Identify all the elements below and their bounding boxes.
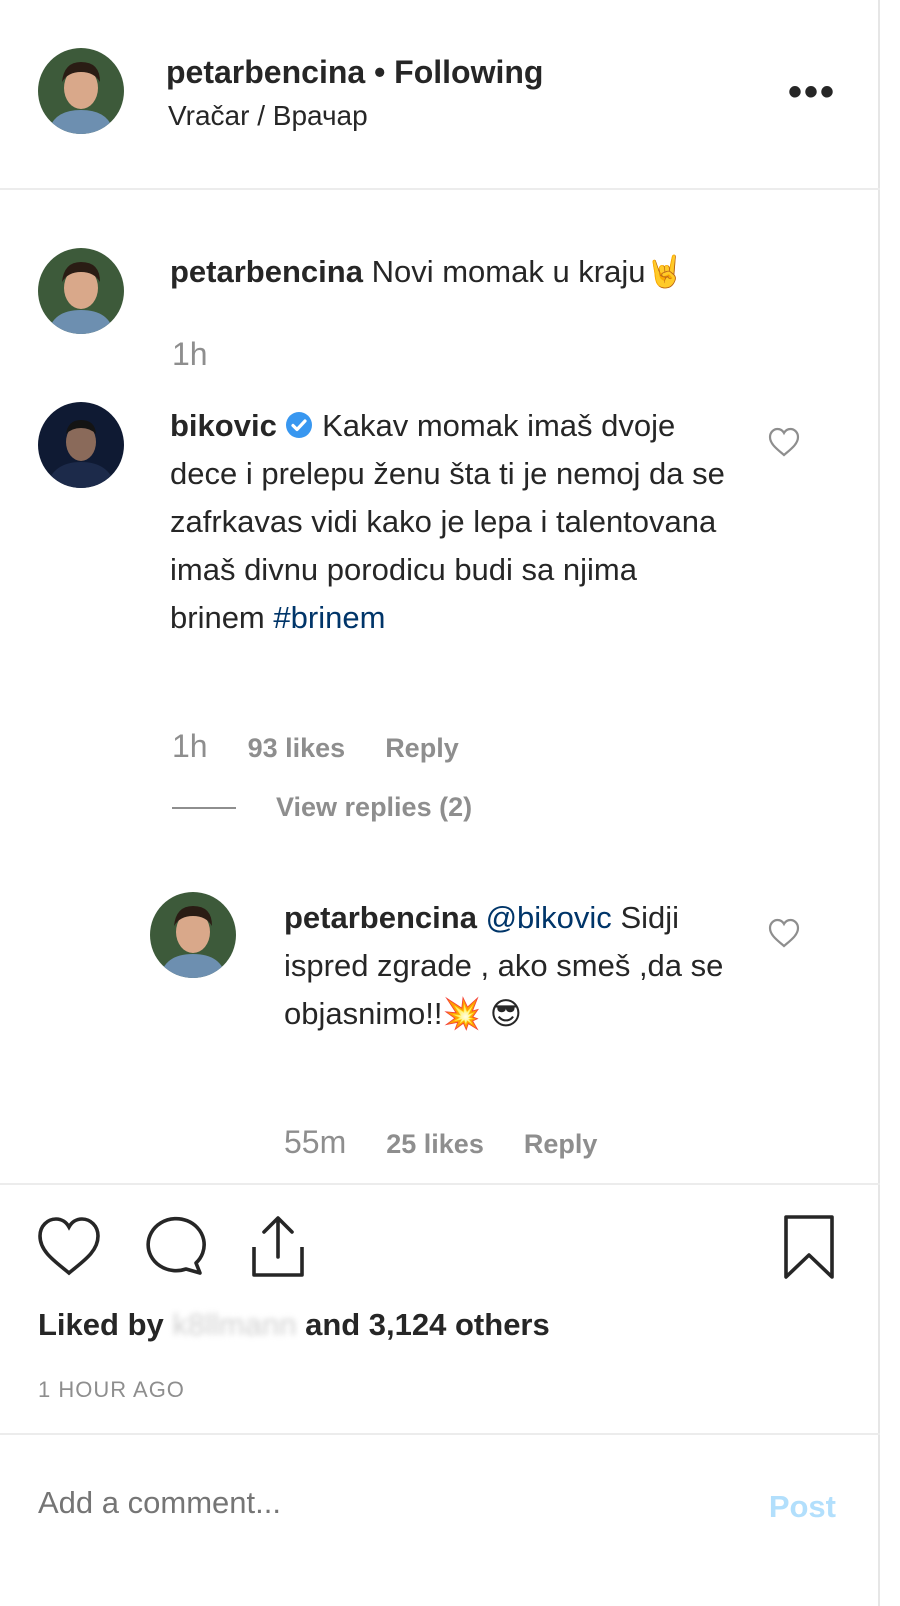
share-icon[interactable]: [246, 1213, 310, 1279]
reply-time[interactable]: 55m: [284, 1124, 346, 1161]
following-button[interactable]: Following: [394, 54, 543, 90]
view-replies-button[interactable]: View replies (2): [172, 792, 472, 823]
mention-link[interactable]: @bikovic: [486, 900, 612, 935]
post-actions: Liked by k8llmann and 3,124 others 1 HOU…: [0, 1183, 880, 1433]
reply-avatar[interactable]: [150, 892, 236, 978]
liked-by-summary[interactable]: Liked by k8llmann and 3,124 others: [38, 1307, 550, 1343]
header-separator: •: [365, 54, 395, 90]
rock-hand-emoji: 🤘: [645, 254, 685, 289]
author-avatar[interactable]: [38, 48, 124, 134]
view-replies-label: View replies (2): [276, 792, 473, 822]
reply-username[interactable]: petarbencina: [284, 900, 477, 935]
caption-time[interactable]: 1h: [172, 336, 208, 373]
caption-meta: 1h: [172, 336, 208, 373]
replies-divider-line: [172, 806, 236, 809]
liked-by-user[interactable]: k8llmann: [172, 1307, 296, 1342]
caption: petarbencina Novi momak u kraju🤘: [170, 248, 810, 296]
comment-likes[interactable]: 93 likes: [248, 733, 346, 764]
like-comment-heart-icon[interactable]: [767, 425, 801, 459]
comment-time[interactable]: 1h: [172, 728, 208, 765]
caption-avatar[interactable]: [38, 248, 124, 334]
reply-meta: 55m 25 likes Reply: [284, 1124, 597, 1161]
like-reply-heart-icon[interactable]: [767, 916, 801, 950]
post-header: petarbencina • Following Vračar / Врачар…: [0, 0, 880, 190]
comment-username[interactable]: bikovic: [170, 408, 277, 443]
more-options-icon[interactable]: •••: [788, 70, 836, 115]
post-comment-button[interactable]: Post: [769, 1489, 836, 1525]
sunglasses-emoji: 😎: [489, 996, 523, 1031]
reply-likes[interactable]: 25 likes: [386, 1129, 484, 1160]
post-timestamp[interactable]: 1 HOUR AGO: [38, 1377, 185, 1403]
comment-reply-button[interactable]: Reply: [385, 733, 459, 764]
post-location[interactable]: Vračar / Врачар: [168, 100, 368, 132]
post-panel: petarbencina • Following Vračar / Врачар…: [0, 0, 880, 1606]
save-bookmark-icon[interactable]: [780, 1213, 838, 1281]
bikovic-avatar[interactable]: [38, 402, 124, 488]
comment-bikovic: bikovic Kakav momak imaš dvoje dece i pr…: [170, 402, 740, 642]
add-comment-input[interactable]: [38, 1485, 718, 1521]
comment-bubble-icon[interactable]: [140, 1215, 206, 1277]
liked-by-others[interactable]: and 3,124 others: [305, 1307, 550, 1342]
liked-by-prefix: Liked by: [38, 1307, 164, 1342]
header-username[interactable]: petarbencina: [166, 54, 365, 90]
add-comment-bar: Post: [0, 1433, 880, 1606]
reply-reply-button[interactable]: Reply: [524, 1129, 598, 1160]
caption-text: Novi momak u kraju: [371, 254, 646, 289]
comment-meta: 1h 93 likes Reply: [172, 728, 459, 765]
collision-emoji: 💥: [442, 996, 482, 1031]
caption-username[interactable]: petarbencina: [170, 254, 363, 289]
like-heart-icon[interactable]: [36, 1215, 102, 1277]
hashtag-link[interactable]: #brinem: [273, 600, 385, 635]
verified-badge-icon: [285, 405, 313, 438]
reply-comment: petarbencina @bikovic Sidji ispred zgrad…: [284, 894, 734, 1038]
header-title: petarbencina • Following: [166, 54, 543, 91]
